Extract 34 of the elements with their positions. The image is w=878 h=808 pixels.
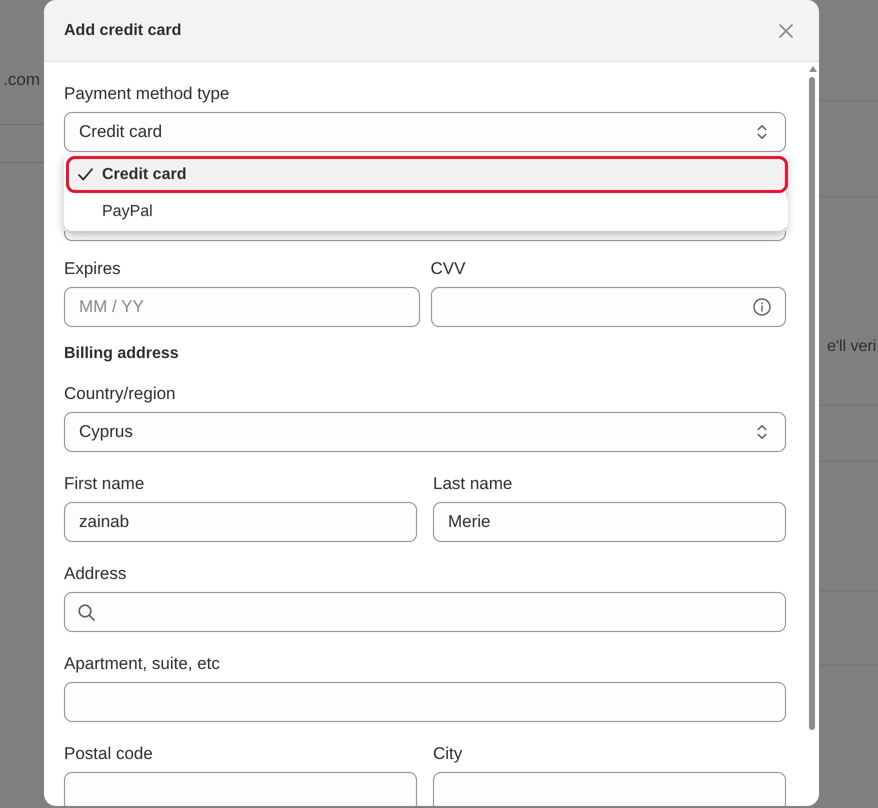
field-label: CVV <box>430 259 466 279</box>
search-icon <box>78 604 95 620</box>
chevron-up-down-icon <box>757 424 767 440</box>
input-field[interactable] <box>64 231 786 241</box>
dialog-title: Add credit card <box>64 20 182 40</box>
input-field[interactable] <box>64 772 417 806</box>
select-field[interactable]: Cyprus <box>64 412 786 452</box>
background-text: e'll veri <box>827 337 878 357</box>
select-field[interactable]: Credit card <box>64 112 786 152</box>
background-text: .com <box>2 70 41 90</box>
field-label: City <box>433 744 464 764</box>
input-field[interactable]: zainab <box>64 502 417 542</box>
field-label: Apartment, suite, etc <box>64 654 221 674</box>
field-label: Postal code <box>64 744 154 764</box>
checkmark-icon <box>78 168 93 181</box>
close-icon <box>779 24 793 38</box>
scrollbar-thumb[interactable] <box>809 77 815 730</box>
input-field[interactable] <box>433 772 786 806</box>
input-field[interactable] <box>64 682 786 722</box>
dropdown-option[interactable]: Credit card <box>66 156 788 193</box>
cvv-field[interactable] <box>430 287 786 327</box>
input-field[interactable]: MM / YY <box>64 287 420 327</box>
field-label: Expires <box>64 259 122 279</box>
scroll-up-arrow-icon[interactable] <box>809 66 817 72</box>
field-label: Address <box>64 564 128 584</box>
info-icon <box>753 298 771 316</box>
field-label: First name <box>64 474 146 494</box>
field-label: Payment method type <box>64 84 230 104</box>
address-field[interactable] <box>64 592 786 632</box>
section-heading: Billing address <box>64 344 180 364</box>
field-label: Last name <box>433 474 514 494</box>
field-label: Country/region <box>64 384 177 404</box>
chevron-up-down-icon <box>757 124 767 140</box>
input-field[interactable]: Merie <box>433 502 786 542</box>
